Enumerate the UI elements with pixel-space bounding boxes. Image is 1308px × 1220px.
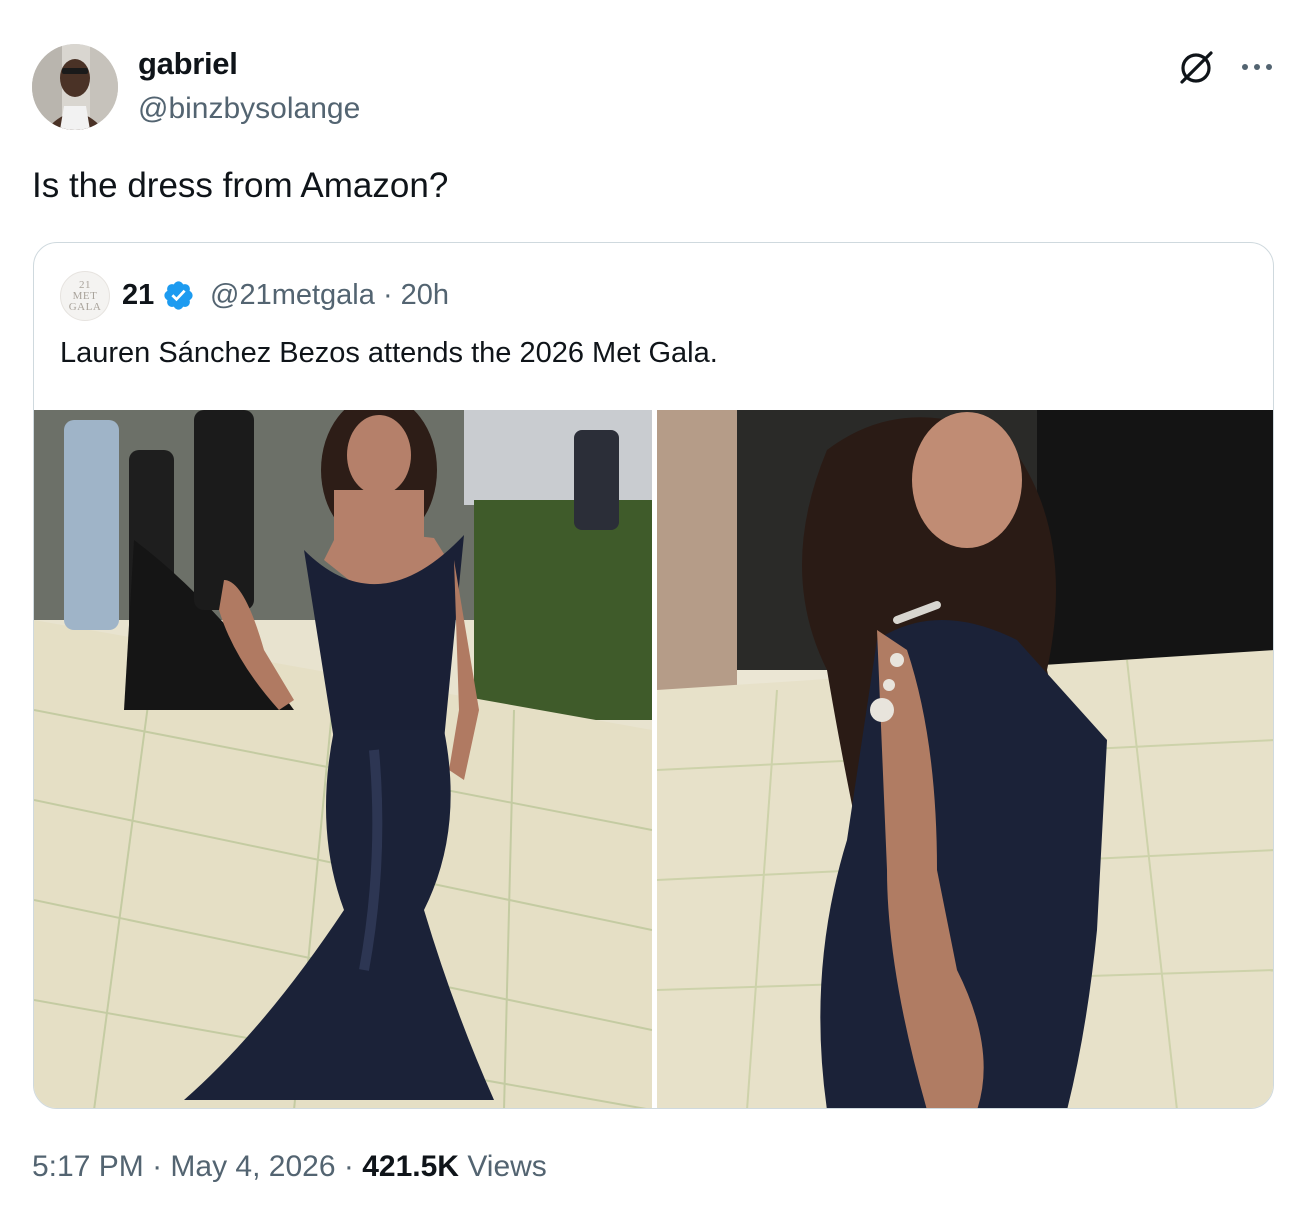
quoted-avatar-line: GALA [68,300,102,313]
verified-badge-icon [162,279,195,312]
more-icon[interactable] [1238,52,1278,82]
footer-separator: · [152,1150,163,1183]
footer-separator: · [343,1150,354,1183]
author-display-name[interactable]: gabriel [138,46,238,82]
views-count: 421.5K [362,1150,459,1183]
grok-icon[interactable] [1176,48,1216,88]
quoted-photo-1[interactable] [34,410,652,1108]
quoted-display-name[interactable]: 21 [122,279,154,312]
tweet-footer: 5:17 PM · May 4, 2026 · 421.5K Views [32,1150,547,1184]
quoted-avatar-line: MET [72,289,98,302]
author-handle[interactable]: @binzbysolange [138,92,360,126]
quoted-photo-2[interactable] [657,410,1273,1108]
views-label: Views [467,1150,547,1183]
tweet-text: Is the dress from Amazon? [32,166,449,205]
quoted-avatar-line: 21 [79,278,91,291]
quoted-handle[interactable]: @21metgala [210,279,375,311]
quoted-text: Lauren Sánchez Bezos attends the 2026 Me… [60,337,718,369]
tweet-time[interactable]: 5:17 PM [32,1150,144,1183]
quoted-meta: @21metgala · 20h [210,279,449,312]
quoted-tweet-card[interactable]: 21 MET GALA 21 @21metgala · 20h Lauren S… [33,242,1274,1109]
quoted-time[interactable]: 20h [401,279,449,311]
author-avatar[interactable] [32,44,118,130]
tweet-date[interactable]: May 4, 2026 [170,1150,335,1183]
meta-separator: · [382,279,393,311]
quoted-avatar[interactable]: 21 MET GALA [60,271,110,321]
